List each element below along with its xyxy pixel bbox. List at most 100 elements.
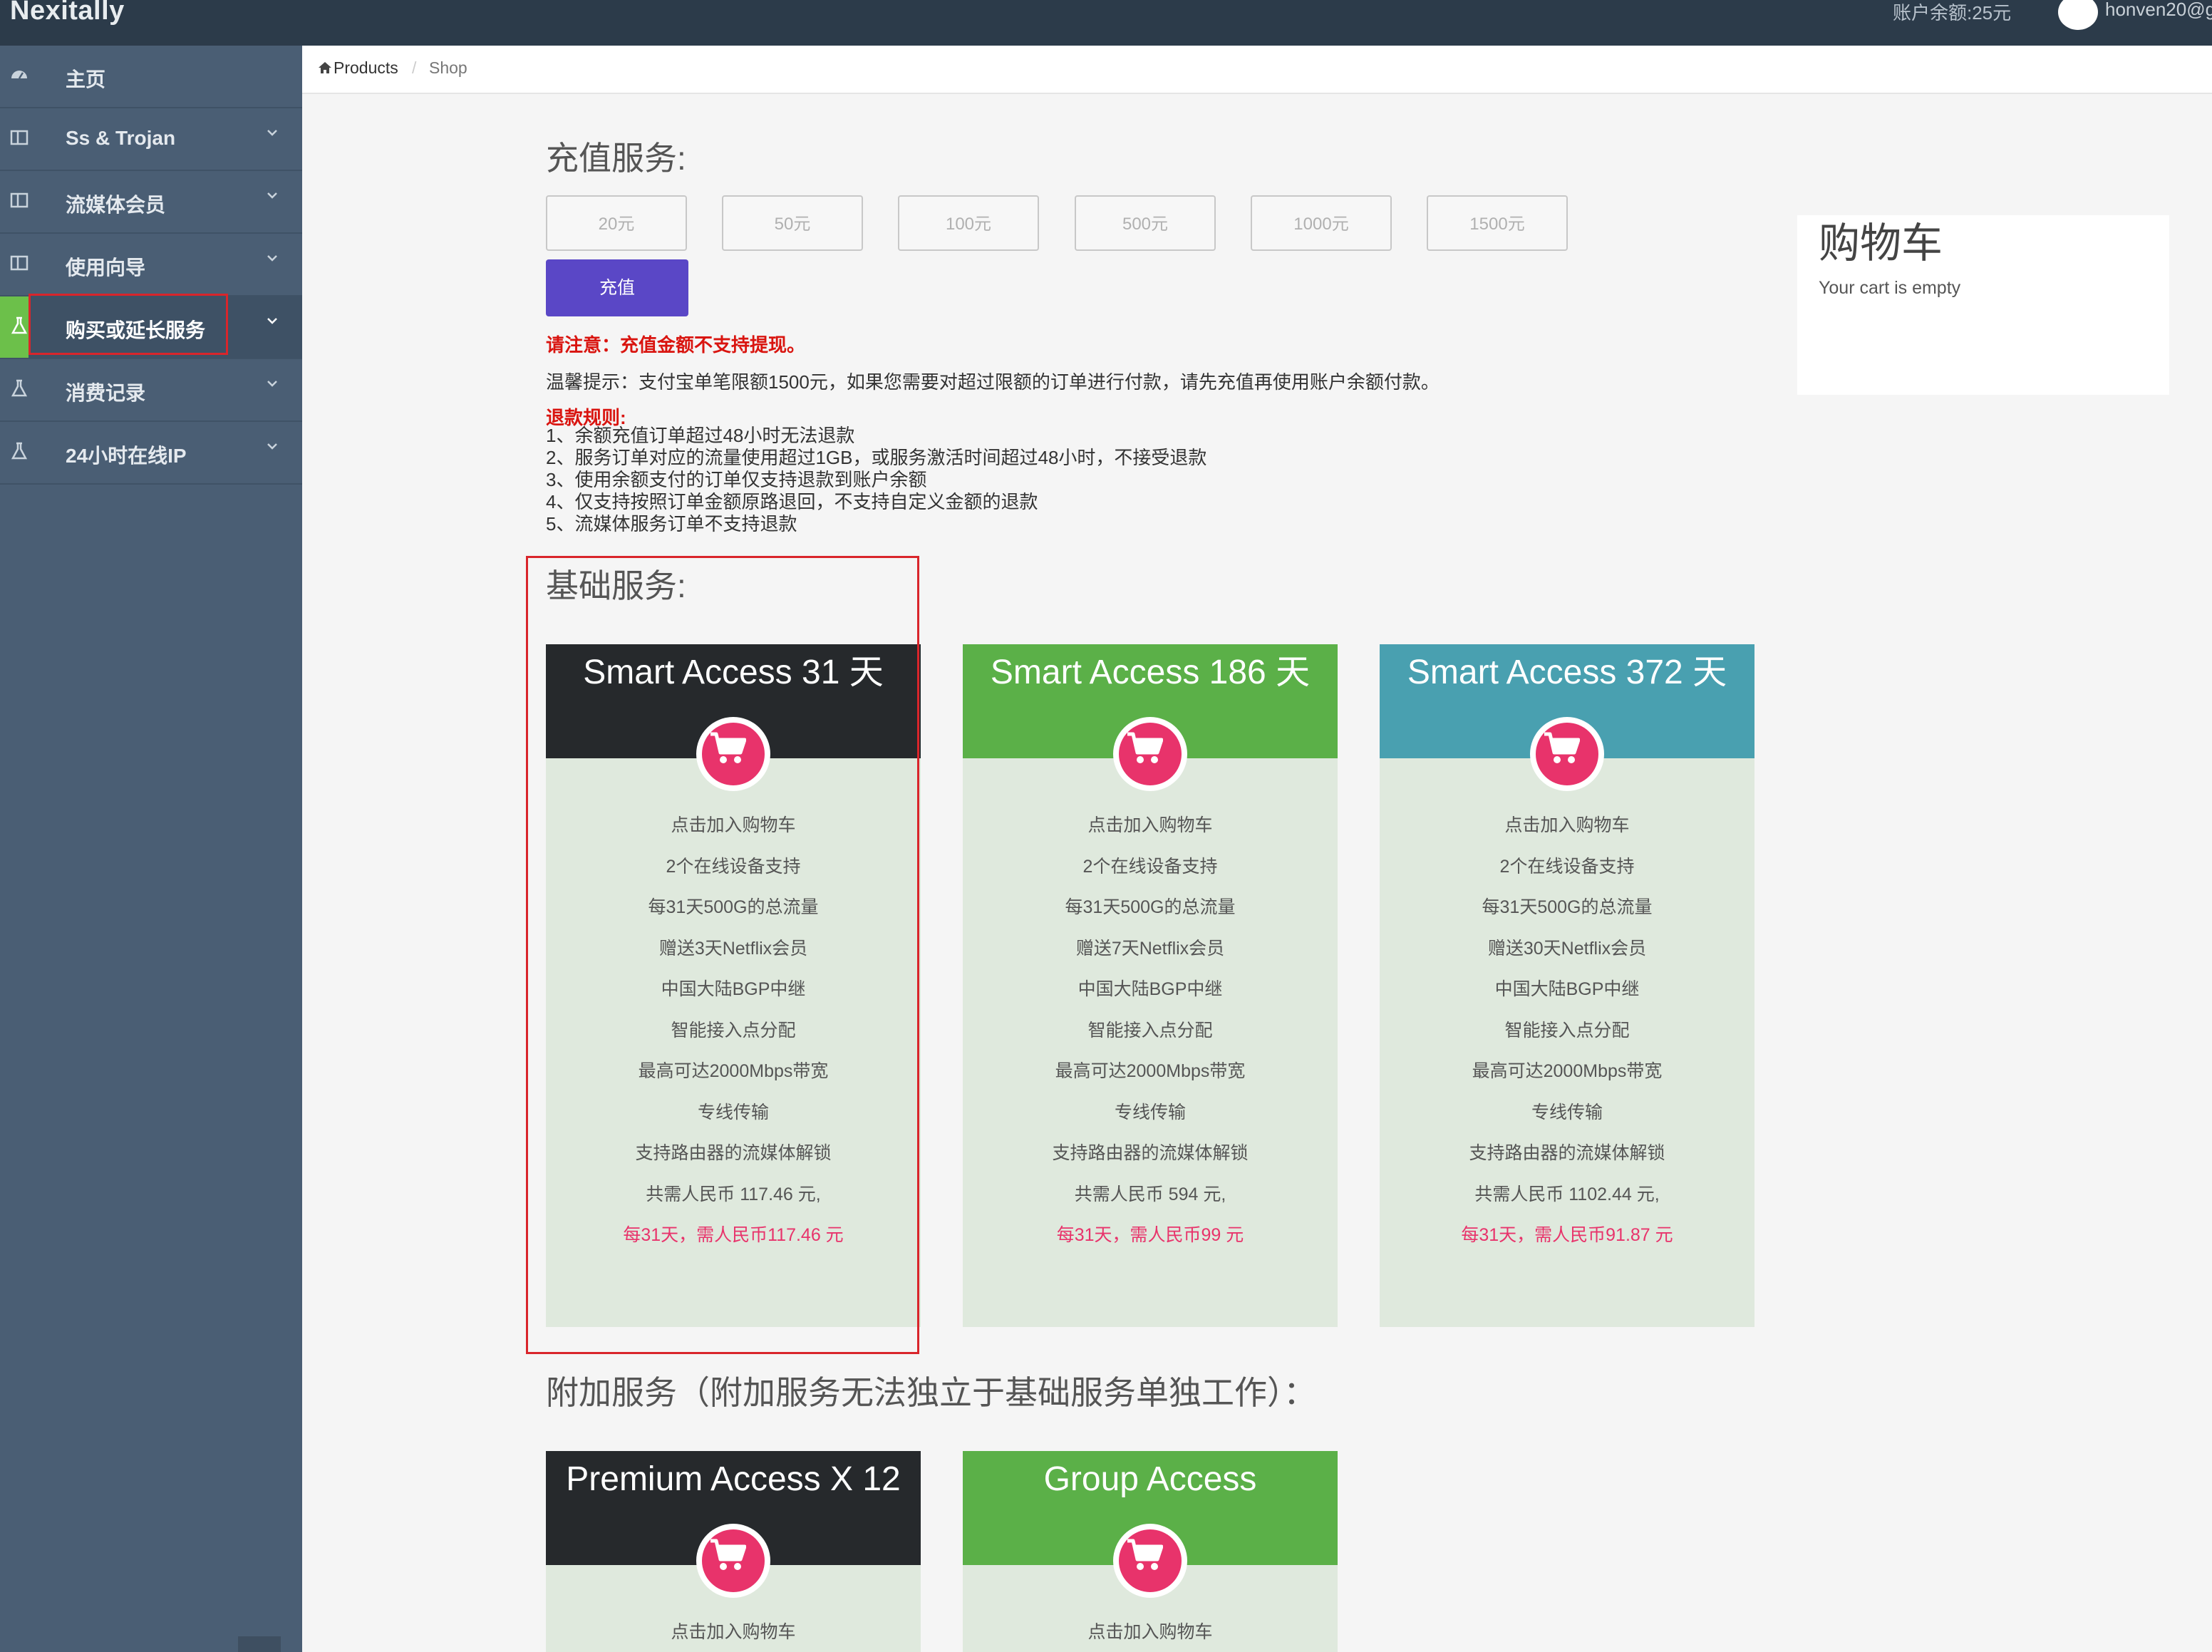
chevron-down-icon bbox=[267, 130, 277, 136]
chevron-down-icon bbox=[267, 255, 277, 262]
refund-rules-list: 1、余额充值订单超过48小时无法退款 2、服务订单对应的流量使用超过1GB，或服… bbox=[546, 425, 1206, 535]
cart-panel: 购物车 Your cart is empty bbox=[1797, 215, 2169, 395]
feature-item: 支持路由器的流媒体解锁 bbox=[1469, 1143, 1665, 1163]
flask-icon bbox=[11, 316, 28, 334]
addon-services-title: 附加服务（附加服务无法独立于基础服务单独工作）： bbox=[546, 1374, 1316, 1411]
feature-item: 中国大陆BGP中继 bbox=[1077, 979, 1223, 999]
sidebar-item-label: 24小时在线IP bbox=[66, 445, 187, 467]
cart-empty-text: Your cart is empty bbox=[1819, 278, 1961, 298]
amount-1500-button[interactable]: 1500元 bbox=[1427, 195, 1568, 251]
feature-item: 每31天500G的总流量 bbox=[1482, 897, 1653, 917]
sidebar-item-streaming[interactable]: 流媒体会员 bbox=[0, 171, 302, 234]
refund-rule: 2、服务订单对应的流量使用超过1GB，或服务激活时间超过48小时，不接受退款 bbox=[546, 447, 1207, 468]
feature-item: 共需人民币 594 元, bbox=[1074, 1184, 1226, 1204]
refund-rule: 4、仅支持按照订单金额原路退回，不支持自定义金额的退款 bbox=[546, 491, 1038, 512]
amount-20-button[interactable]: 20元 bbox=[546, 195, 687, 251]
home-icon[interactable] bbox=[318, 61, 332, 74]
user-menu[interactable]: honven20@g bbox=[2105, 0, 2212, 21]
feature-list: 点击加入购物车 bbox=[546, 1618, 921, 1652]
breadcrumb-products[interactable]: Products bbox=[334, 58, 398, 78]
sidebar-item-ss-trojan[interactable]: Ss & Trojan bbox=[0, 108, 302, 171]
panel-icon bbox=[10, 192, 29, 208]
chevron-down-icon bbox=[267, 318, 277, 324]
feature-item: 最高可达2000Mbps带宽 bbox=[1055, 1061, 1246, 1081]
feature-item: 赠送7天Netflix会员 bbox=[1075, 938, 1225, 959]
highlight-outline bbox=[29, 294, 228, 355]
sidebar-item-home[interactable]: 主页 bbox=[0, 46, 302, 108]
panel-icon bbox=[10, 130, 29, 145]
cart-title: 购物车 bbox=[1819, 220, 1943, 267]
breadcrumb-shop: Shop bbox=[429, 58, 467, 77]
amount-1000-button[interactable]: 1000元 bbox=[1251, 195, 1392, 251]
recharge-button[interactable]: 充值 bbox=[546, 259, 688, 316]
breadcrumb-separator: / bbox=[412, 58, 417, 77]
refund-rule: 3、使用余额支付的订单仅支持退款到账户余额 bbox=[546, 469, 927, 490]
shopping-cart-icon bbox=[1544, 732, 1580, 763]
sidebar-item-label: Ss & Trojan bbox=[66, 127, 176, 149]
feature-item: 2个在线设备支持 bbox=[1499, 856, 1635, 877]
sidebar-toggle[interactable] bbox=[238, 1636, 281, 1652]
chevron-down-icon bbox=[267, 381, 277, 387]
feature-item[interactable]: 点击加入购物车 bbox=[963, 811, 1338, 852]
feature-list: 点击加入购物车 2个在线设备支持 每31天500G的总流量 赠送7天Netfli… bbox=[963, 811, 1338, 1262]
feature-item: 每31天500G的总流量 bbox=[1065, 897, 1236, 917]
shopping-cart-icon bbox=[1127, 732, 1163, 763]
feature-item: 最高可达2000Mbps带宽 bbox=[1472, 1061, 1663, 1081]
feature-item: 支持路由器的流媒体解锁 bbox=[1052, 1143, 1249, 1163]
flask-icon bbox=[11, 379, 28, 397]
shopping-cart-icon bbox=[710, 1539, 746, 1570]
chevron-down-icon bbox=[267, 443, 277, 450]
amount-50-button[interactable]: 50元 bbox=[722, 195, 863, 251]
shopping-cart-icon bbox=[1127, 1539, 1163, 1570]
sidebar-item-guide[interactable]: 使用向导 bbox=[0, 234, 302, 296]
feature-item[interactable]: 点击加入购物车 bbox=[963, 1618, 1338, 1652]
withdraw-warning: 请注意：充值金额不支持提现。 bbox=[546, 334, 806, 356]
add-to-cart-button[interactable] bbox=[1113, 1524, 1187, 1598]
feature-item: 共需人民币 1102.44 元, bbox=[1474, 1184, 1660, 1204]
add-to-cart-button[interactable] bbox=[1113, 717, 1187, 791]
breadcrumb: Products / Shop bbox=[302, 46, 2212, 94]
sidebar: 主页 Ss & Trojan 流媒体会员 使用向导 购买或延长服务 消费记录 2… bbox=[0, 46, 302, 1652]
flask-icon bbox=[11, 442, 28, 460]
sidebar-item-label: 主页 bbox=[66, 68, 106, 91]
product-card-smart-372[interactable]: Smart Access 372 天 点击加入购物车 2个在线设备支持 每31天… bbox=[1380, 644, 1754, 1327]
product-card-group-access[interactable]: Group Access 点击加入购物车 bbox=[963, 1451, 1338, 1652]
amount-500-button[interactable]: 500元 bbox=[1075, 195, 1216, 251]
recharge-title: 充值服务: bbox=[546, 140, 686, 177]
add-to-cart-button[interactable] bbox=[1530, 717, 1604, 791]
feature-list: 点击加入购物车 bbox=[963, 1618, 1338, 1652]
price-note: 每31天，需人民币91.87 元 bbox=[1461, 1225, 1673, 1245]
sidebar-item-label: 流媒体会员 bbox=[66, 194, 166, 216]
payment-tip: 温馨提示：支付宝单笔限额1500元，如果您需要对超过限额的订单进行付款，请先充值… bbox=[546, 371, 1440, 393]
sidebar-item-billing[interactable]: 消费记录 bbox=[0, 359, 302, 422]
avatar[interactable] bbox=[2058, 0, 2098, 30]
sidebar-item-online-ip[interactable]: 24小时在线IP bbox=[0, 422, 302, 485]
sidebar-item-label: 使用向导 bbox=[66, 257, 146, 279]
feature-item: 赠送30天Netflix会员 bbox=[1487, 938, 1647, 959]
sidebar-item-buy-extend[interactable]: 购买或延长服务 bbox=[0, 294, 302, 359]
refund-rule: 1、余额充值订单超过48小时无法退款 bbox=[546, 425, 855, 446]
add-to-cart-button[interactable] bbox=[696, 1524, 770, 1598]
chevron-down-icon bbox=[267, 192, 277, 199]
feature-item: 2个在线设备支持 bbox=[1082, 856, 1218, 877]
feature-list: 点击加入购物车 2个在线设备支持 每31天500G的总流量 赠送30天Netfl… bbox=[1380, 811, 1754, 1262]
product-card-premium-access[interactable]: Premium Access X 12 点击加入购物车 bbox=[546, 1451, 921, 1652]
refund-rule: 5、流媒体服务订单不支持退款 bbox=[546, 513, 797, 535]
sidebar-item-label: 消费记录 bbox=[66, 382, 146, 404]
feature-item: 专线传输 bbox=[1531, 1102, 1603, 1122]
brand-logo[interactable]: Nexitally bbox=[10, 0, 125, 26]
panel-icon bbox=[10, 255, 29, 271]
highlight-outline bbox=[526, 556, 919, 1354]
amount-100-button[interactable]: 100元 bbox=[898, 195, 1039, 251]
top-navbar: Nexitally 账户余额:25元 honven20@g bbox=[0, 0, 2212, 46]
feature-item: 中国大陆BGP中继 bbox=[1494, 979, 1640, 999]
dashboard-icon bbox=[11, 71, 27, 79]
feature-item: 智能接入点分配 bbox=[1087, 1020, 1213, 1041]
account-balance: 账户余额:25元 bbox=[1893, 2, 2012, 24]
product-card-smart-186[interactable]: Smart Access 186 天 点击加入购物车 2个在线设备支持 每31天… bbox=[963, 644, 1338, 1327]
feature-item[interactable]: 点击加入购物车 bbox=[546, 1618, 921, 1652]
price-note: 每31天，需人民币99 元 bbox=[1056, 1225, 1244, 1245]
feature-item[interactable]: 点击加入购物车 bbox=[1380, 811, 1754, 852]
feature-item: 智能接入点分配 bbox=[1504, 1020, 1630, 1041]
feature-item: 专线传输 bbox=[1114, 1102, 1186, 1122]
